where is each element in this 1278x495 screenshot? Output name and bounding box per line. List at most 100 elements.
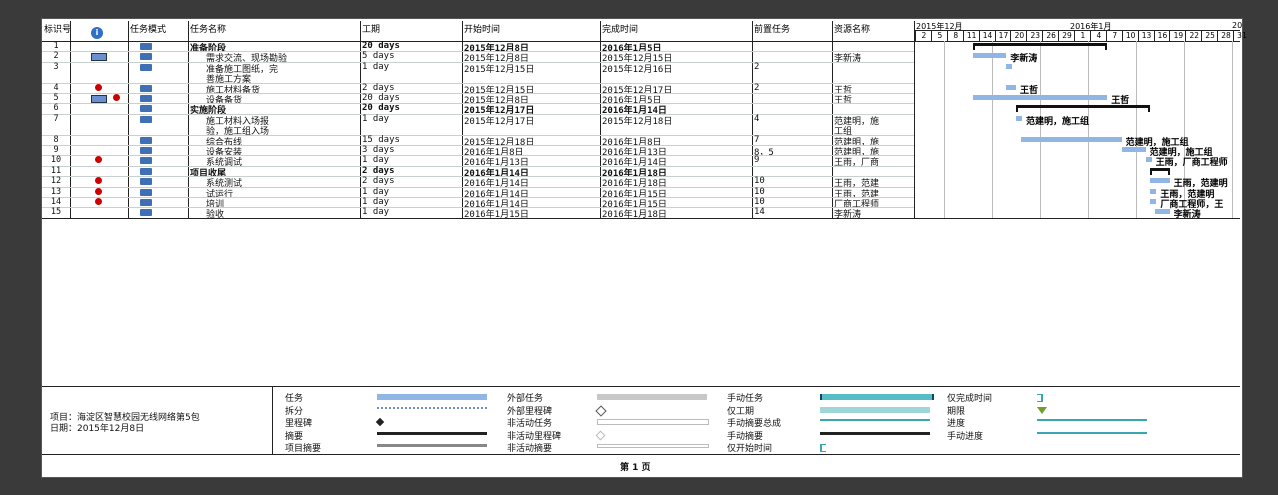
timeline-day: 2 — [921, 31, 927, 40]
task-duration[interactable]: 2 days — [362, 176, 395, 186]
task-bar[interactable] — [1006, 84, 1016, 90]
auto-schedule-icon — [140, 84, 152, 92]
task-bar-label: 范建明，施工组 — [1026, 116, 1090, 127]
task-duration[interactable]: 5 days — [362, 51, 395, 61]
legend-swatch — [820, 431, 930, 435]
auto-schedule-icon — [140, 63, 152, 71]
task-bar[interactable] — [1150, 199, 1157, 204]
task-duration[interactable]: 15 days — [362, 135, 400, 145]
task-bar[interactable] — [1006, 63, 1013, 69]
timeline-day: 7 — [1112, 31, 1118, 40]
task-bar[interactable] — [1016, 115, 1022, 121]
task-predecessors[interactable]: 10 — [754, 176, 765, 186]
legend-label: 外部任务 — [507, 394, 544, 404]
task-predecessors[interactable]: 2 — [754, 62, 759, 72]
legend-label: 摘要 — [285, 431, 304, 442]
task-duration[interactable]: 20 days — [362, 93, 400, 103]
task-duration[interactable]: 20 days — [362, 41, 400, 51]
gantt-page: 标识号 i 任务模式 任务名称 工期 开始时间 完成时间 前置任务 资源名称 2015年12月 20… — [41, 18, 1247, 478]
task-bar[interactable] — [1155, 209, 1170, 215]
legend-swatch — [820, 444, 826, 452]
task-duration[interactable]: 3 days — [362, 145, 395, 155]
task-bar[interactable] — [1121, 147, 1146, 152]
task-duration[interactable]: 1 day — [362, 114, 389, 124]
header-start: 开始时间 — [464, 25, 501, 35]
task-bar[interactable] — [1145, 157, 1152, 163]
task-bar-label: 王哲 — [1020, 85, 1039, 96]
task-finish[interactable]: 2015年12月18日 — [602, 114, 672, 127]
table-bottom-line — [42, 218, 1240, 219]
gantt-gridline — [992, 41, 993, 218]
pin-icon — [95, 187, 102, 195]
task-bar[interactable] — [972, 53, 1007, 59]
task-duration[interactable]: 1 day — [362, 207, 389, 217]
auto-schedule-icon — [140, 115, 152, 123]
legend-swatch — [820, 419, 930, 421]
page-number: 第 1 页 — [620, 463, 651, 473]
task-predecessors[interactable]: 7 — [754, 135, 759, 145]
task-bar[interactable] — [1150, 178, 1170, 184]
header-name: 任务名称 — [190, 25, 227, 35]
gantt-gridline — [1232, 41, 1233, 218]
legend-label: 仅开始时间 — [727, 444, 773, 454]
timeline-day-sep — [1026, 31, 1028, 41]
timeline-day: 22 — [1189, 31, 1200, 40]
legend-label: 手动摘要 — [727, 431, 764, 442]
row-id: 5 — [53, 93, 59, 103]
legend-swatch — [820, 394, 934, 400]
task-predecessors[interactable]: 10 — [754, 187, 765, 197]
legend-swatch — [377, 394, 487, 400]
pin-icon — [95, 177, 102, 185]
task-start[interactable]: 2015年12月17日 — [464, 114, 534, 127]
legend-label: 进度 — [947, 419, 966, 429]
task-predecessors[interactable]: 4 — [754, 114, 759, 124]
summary-cap-right — [1167, 167, 1170, 175]
auto-schedule-icon — [140, 43, 152, 50]
timeline-day-sep — [930, 31, 932, 41]
task-bar[interactable] — [1020, 136, 1122, 142]
timeline-day: 16 — [1157, 31, 1168, 40]
task-duration[interactable]: 1 day — [362, 197, 389, 207]
task-start[interactable]: 2015年12月15日 — [464, 62, 534, 75]
timeline-day: 25 — [1205, 31, 1215, 40]
timeline-day-sep — [946, 31, 948, 41]
task-predecessors[interactable]: 2 — [754, 83, 759, 93]
task-duration[interactable]: 2 days — [362, 166, 395, 176]
task-duration[interactable]: 20 days — [362, 103, 400, 113]
summary-cap-left — [1016, 105, 1018, 113]
calendar-icon — [91, 95, 107, 103]
row-id: 13 — [50, 186, 62, 197]
legend-swatch — [1037, 419, 1147, 421]
timeline-day-sep — [1058, 31, 1060, 41]
deadline-icon — [1037, 406, 1047, 414]
task-bar-label: 李新涛 — [1173, 210, 1201, 221]
task-duration[interactable]: 2 days — [362, 83, 395, 93]
pin-icon — [95, 83, 102, 91]
task-bar[interactable] — [1150, 188, 1157, 194]
legend-swatch — [1037, 394, 1043, 402]
task-duration[interactable]: 1 day — [362, 155, 389, 165]
timeline-month-3: 20 — [1232, 21, 1243, 30]
task-bar-label: 王雨，厂商工程师 — [1155, 158, 1228, 169]
row-id: 1 — [53, 41, 59, 51]
task-duration[interactable]: 1 day — [362, 62, 389, 72]
task-bar[interactable] — [972, 95, 1108, 100]
task-duration[interactable]: 1 day — [362, 187, 389, 197]
task-predecessors[interactable]: 9 — [754, 155, 759, 165]
legend-label: 非活动里程碑 — [507, 431, 562, 442]
task-predecessors[interactable]: 10 — [754, 197, 765, 207]
task-finish[interactable]: 2015年12月16日 — [602, 62, 672, 75]
timeline-day: 19 — [1173, 31, 1184, 40]
timeline-day-sep — [1042, 31, 1044, 41]
auto-schedule-icon — [140, 95, 152, 102]
timeline-day: 31 — [1237, 31, 1247, 40]
legend-swatch — [820, 406, 930, 413]
task-predecessors[interactable]: 14 — [754, 207, 765, 217]
column-divider — [914, 21, 915, 218]
gantt-gridline — [1136, 41, 1137, 218]
legend-swatch — [377, 431, 487, 435]
legend-swatch — [377, 444, 487, 447]
row-id: 12 — [50, 176, 62, 187]
legend-label: 手动摘要总成 — [727, 419, 782, 429]
timeline-day: 4 — [1096, 31, 1102, 40]
